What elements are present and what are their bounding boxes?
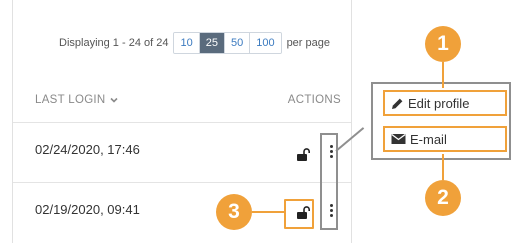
column-header-last-login-label: LAST LOGIN: [35, 94, 106, 106]
page-size-50[interactable]: 50: [224, 33, 251, 53]
last-login-cell: 02/24/2020, 17:46: [35, 142, 140, 157]
table-row: 02/24/2020, 17:46: [13, 122, 351, 182]
callout-badge-2: 2: [425, 180, 461, 216]
pagination-bar: Displaying 1 - 24 of 24 10 25 50 100 per…: [59, 32, 330, 54]
email-menu-item[interactable]: E-mail: [383, 126, 507, 152]
callout-badge-3: 3: [216, 194, 252, 230]
kebab-highlight-outline: [320, 133, 338, 230]
column-header-actions: ACTIONS: [287, 94, 341, 106]
unlock-highlight-box: [284, 199, 314, 229]
last-login-cell: 02/19/2020, 09:41: [35, 202, 140, 217]
pagination-suffix: per page: [286, 37, 330, 49]
pencil-icon: [392, 98, 403, 109]
email-label: E-mail: [410, 131, 447, 147]
page-size-100[interactable]: 100: [250, 33, 281, 53]
pagination-summary: Displaying 1 - 24 of 24: [59, 37, 169, 49]
envelope-icon: [391, 133, 406, 144]
callout-connector-2: [442, 154, 444, 180]
callout-connector-1: [442, 62, 444, 88]
callout-connector-3: [252, 211, 284, 213]
callout-badge-1: 1: [425, 26, 461, 62]
chevron-down-icon: [109, 97, 118, 103]
edit-profile-label: Edit profile: [408, 95, 470, 111]
page-size-25[interactable]: 25: [199, 33, 225, 53]
column-header-last-login[interactable]: LAST LOGIN: [35, 94, 118, 106]
unlock-icon[interactable]: [296, 148, 310, 162]
page-size-10[interactable]: 10: [174, 33, 200, 53]
edit-profile-menu-item[interactable]: Edit profile: [383, 90, 507, 116]
row-actions-dropdown: Edit profile E-mail: [371, 82, 511, 160]
page-size-selector: 10 25 50 100: [173, 32, 282, 54]
